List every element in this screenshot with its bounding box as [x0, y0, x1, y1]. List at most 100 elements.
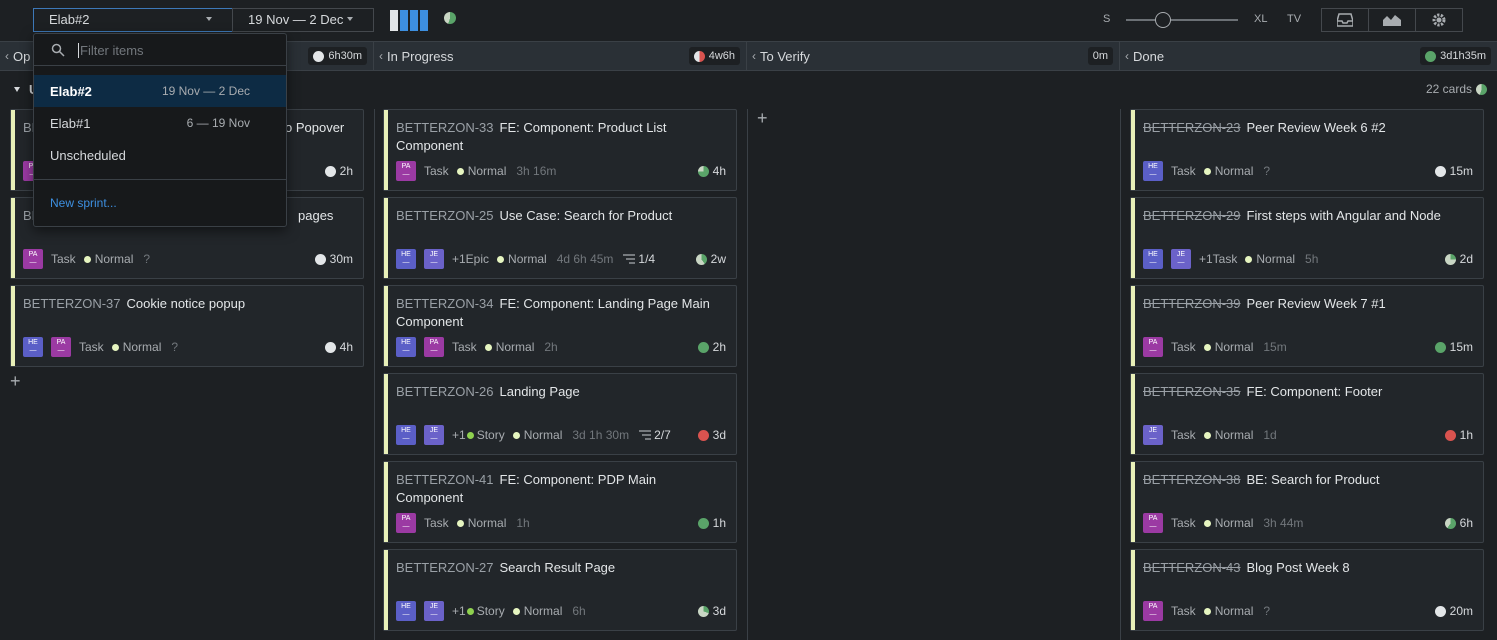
card-title: BETTERZON-27 Search Result Page [396, 559, 724, 577]
column-time-badge: 4w6h [688, 47, 740, 65]
card[interactable]: BETTERZON-39 Peer Review Week 7 #1 PA — Ta… [1130, 285, 1484, 367]
card-key[interactable]: BETTERZON-25 [396, 208, 494, 223]
filter-input[interactable]: Filter items [78, 43, 144, 58]
avatar: HE — [1143, 249, 1163, 269]
column-time-badge: 6h30m [308, 47, 367, 65]
sprint-option-label: Elab#1 [50, 115, 91, 131]
chevron-left-icon[interactable]: ‹ [752, 49, 756, 63]
card-size-slider-thumb[interactable] [1155, 12, 1171, 28]
card-summary: Peer Review Week 6 #2 [1246, 120, 1386, 135]
add-card-plus-icon[interactable]: + [10, 371, 21, 392]
avatar: PA— [396, 513, 416, 533]
card-edge [1131, 462, 1135, 542]
card-meta: PA — Task Normal 15m 15m [1143, 337, 1473, 357]
card-title: BETTERZON-33 FE: Component: Product List … [396, 119, 724, 155]
date-range-select[interactable]: 19 Nov — 2 Dec [232, 8, 374, 32]
card-key[interactable]: BETTERZON-37 [23, 296, 121, 311]
card[interactable]: BETTERZON-34 FE: Component: Landing Page … [383, 285, 737, 367]
card[interactable]: BETTERZON-26 Landing Page HE — JE — +1 Story… [383, 373, 737, 455]
card-extra: +1 [452, 604, 466, 618]
card[interactable]: BETTERZON-29 First steps with Angular and… [1130, 197, 1484, 279]
card-extra: +1 [452, 428, 466, 442]
card-size-tv-label[interactable]: TV [1287, 13, 1301, 25]
card-key[interactable]: BETTERZON-41 [396, 472, 494, 487]
card-title: BETTERZON-23 Peer Review Week 6 #2 [1143, 119, 1471, 137]
card[interactable]: BETTERZON-25 Use Case: Search for Product… [383, 197, 737, 279]
card[interactable]: BETTERZON-41 FE: Component: PDP Main Comp… [383, 461, 737, 543]
avatar: PA— [424, 337, 444, 357]
card[interactable]: BETTERZON-27 Search Result Page HE — JE — +1… [383, 549, 737, 631]
chart-button[interactable] [1369, 9, 1416, 31]
filter-search[interactable]: Filter items [34, 34, 286, 66]
burndown-bars-icon[interactable] [390, 10, 430, 31]
card-edge [11, 198, 15, 278]
sprint-option-elab1[interactable]: Elab#1 6 — 19 Nov [34, 107, 286, 139]
card[interactable]: BETTERZON-35 FE: Component: Footer JE — Ta… [1130, 373, 1484, 455]
avatar: PA— [1143, 337, 1163, 357]
card-key[interactable]: BETTERZON-34 [396, 296, 494, 311]
card-size-slider[interactable] [1126, 19, 1238, 21]
column-time: 3d1h35m [1440, 50, 1486, 62]
chevron-left-icon[interactable]: ‹ [5, 49, 9, 63]
chevron-left-icon[interactable]: ‹ [1125, 49, 1129, 63]
column-time: 6h30m [328, 50, 362, 62]
sprint-option-label: Unscheduled [50, 147, 126, 163]
card-estimate: 1h [1444, 428, 1473, 442]
card-key[interactable]: BETTERZON-38 [1143, 472, 1241, 487]
column-time: 0m [1092, 50, 1108, 62]
card-type: Task [1171, 428, 1196, 442]
card-type: +1Epic [452, 252, 490, 266]
avatar: HE — [1143, 161, 1163, 181]
card-spent: 15m [1263, 340, 1287, 354]
chevron-left-icon[interactable]: ‹ [379, 49, 383, 63]
sprint-option-unscheduled[interactable]: Unscheduled [34, 139, 286, 171]
card-summary: pages [298, 208, 334, 223]
chevron-down-icon [206, 17, 212, 21]
card-key[interactable]: BETTERZON-23 [1143, 120, 1241, 135]
card-summary: Peer Review Week 7 #1 [1246, 296, 1386, 311]
estimate-circle-icon [324, 165, 336, 177]
column-header-done[interactable]: ‹ Done 3d1h35m [1120, 42, 1497, 70]
card-title: BETTERZON-35 FE: Component: Footer [1143, 383, 1471, 401]
card-key[interactable]: BETTERZON-39 [1143, 296, 1241, 311]
card-estimate: 20m [1434, 604, 1473, 618]
card-key[interactable]: BETTERZON-29 [1143, 208, 1241, 223]
sprint-option-elab2[interactable]: Elab#2 19 Nov — 2 Dec [34, 75, 286, 107]
card-key[interactable]: BETTERZON-35 [1143, 384, 1241, 399]
card-key[interactable]: BETTERZON-26 [396, 384, 494, 399]
add-card-plus-icon[interactable]: + [757, 108, 768, 129]
column-title: Done [1133, 48, 1165, 64]
card-key[interactable]: BETTERZON-43 [1143, 560, 1241, 575]
sprint-option-dates: 19 Nov — 2 Dec [161, 84, 250, 98]
sprint-dropdown: Filter items Elab#2 19 Nov — 2 Dec Elab#… [33, 33, 287, 227]
column-time-badge: 3d1h35m [1420, 47, 1491, 65]
card-estimate: 2d [1444, 252, 1473, 266]
card[interactable]: BETTERZON-43 Blog Post Week 8 PA — Task No… [1130, 549, 1484, 631]
estimate-icon [1434, 341, 1446, 353]
cards-count: 22 cards [1426, 82, 1487, 96]
swimlane-collapse-icon[interactable] [14, 87, 20, 92]
avatar: PA— [51, 337, 71, 357]
inbox-button[interactable] [1322, 9, 1369, 31]
card-key[interactable]: BETTERZON-33 [396, 120, 494, 135]
column-header-to-verify[interactable]: ‹ To Verify 0m [747, 42, 1120, 70]
column-header-in-progress[interactable]: ‹ In Progress 4w6h [374, 42, 747, 70]
card-type: Task [79, 340, 104, 354]
card[interactable]: BETTERZON-33 FE: Component: Product List … [383, 109, 737, 191]
card-subtasks: 2/7 [639, 428, 671, 442]
estimate-icon [1434, 605, 1446, 617]
card[interactable]: BETTERZON-23 Peer Review Week 6 #2 HE — Ta… [1130, 109, 1484, 191]
card-meta: HE — JE — +1 Story Normal 3d 1h 30m 2/7 3d [396, 425, 726, 445]
column-divider [374, 109, 375, 640]
sprint-select[interactable]: Elab#2 [33, 8, 233, 32]
settings-button[interactable] [1416, 9, 1462, 31]
avatar: HE — [23, 337, 43, 357]
card-summary: BE: Search for Product [1246, 472, 1380, 487]
avatar: JE — [424, 601, 444, 621]
card[interactable]: BETTERZON-38 BE: Search for Product PA — T… [1130, 461, 1484, 543]
card-summary: Search Result Page [499, 560, 616, 575]
card-type: Story [476, 604, 505, 618]
card-key[interactable]: BETTERZON-27 [396, 560, 494, 575]
new-sprint-link[interactable]: New sprint... [50, 196, 117, 210]
card[interactable]: BETTERZON-37 Cookie notice popup HE — PA — … [10, 285, 364, 367]
